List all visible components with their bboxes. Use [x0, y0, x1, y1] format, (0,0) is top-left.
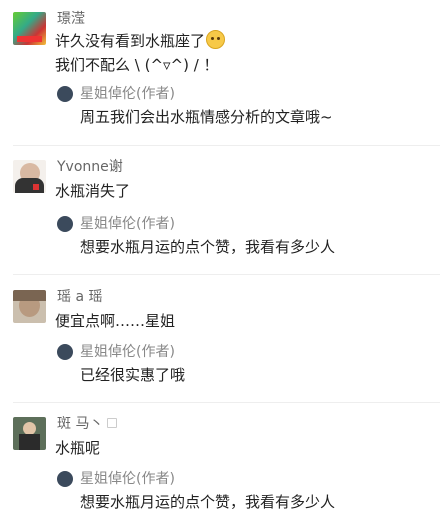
- reply-text: 想要水瓶月运的点个赞，我看有多少人: [80, 493, 336, 511]
- reply-author-name[interactable]: 星姐倬伦(作者): [80, 85, 175, 103]
- reply-text: 想要水瓶月运的点个赞，我看有多少人: [80, 238, 336, 256]
- reply-text: 周五我们会出水瓶情感分析的文章哦~: [80, 108, 333, 126]
- divider: [13, 145, 440, 146]
- commenter-name[interactable]: 斑 马丶: [57, 415, 118, 433]
- comment-text: 水瓶呢: [55, 439, 101, 457]
- author-avatar[interactable]: [57, 344, 73, 360]
- divider: [13, 402, 440, 403]
- avatar[interactable]: [13, 160, 46, 193]
- author-avatar[interactable]: [57, 86, 73, 102]
- author-avatar[interactable]: [57, 216, 73, 232]
- reply-author-name[interactable]: 星姐倬伦(作者): [80, 470, 175, 488]
- avatar[interactable]: [13, 417, 46, 450]
- divider: [13, 274, 440, 275]
- commenter-name[interactable]: 璟滢: [57, 10, 85, 28]
- reply-author-name[interactable]: 星姐倬伦(作者): [80, 215, 175, 233]
- worried-face-emoji-icon: [206, 30, 226, 49]
- comment-text: 许久没有看到水瓶座了: [55, 30, 226, 52]
- comment-text: 我们不配么 \ (^▿^) / ！: [55, 56, 219, 74]
- commenter-name-text: 斑 马丶: [57, 416, 104, 432]
- avatar[interactable]: [13, 290, 46, 323]
- comment-line: 许久没有看到水瓶座了: [55, 32, 206, 50]
- comment-text: 水瓶消失了: [55, 182, 131, 200]
- reply-author-name[interactable]: 星姐倬伦(作者): [80, 343, 175, 361]
- comment-text: 便宜点啊……星姐: [55, 312, 176, 330]
- reply-text: 已经很实惠了哦: [80, 366, 186, 384]
- commenter-name[interactable]: Yvonne谢: [57, 158, 123, 176]
- commenter-name[interactable]: 瑶 a 瑶: [57, 288, 102, 306]
- badge-icon: [107, 418, 118, 428]
- author-avatar[interactable]: [57, 471, 73, 487]
- avatar[interactable]: [13, 12, 46, 45]
